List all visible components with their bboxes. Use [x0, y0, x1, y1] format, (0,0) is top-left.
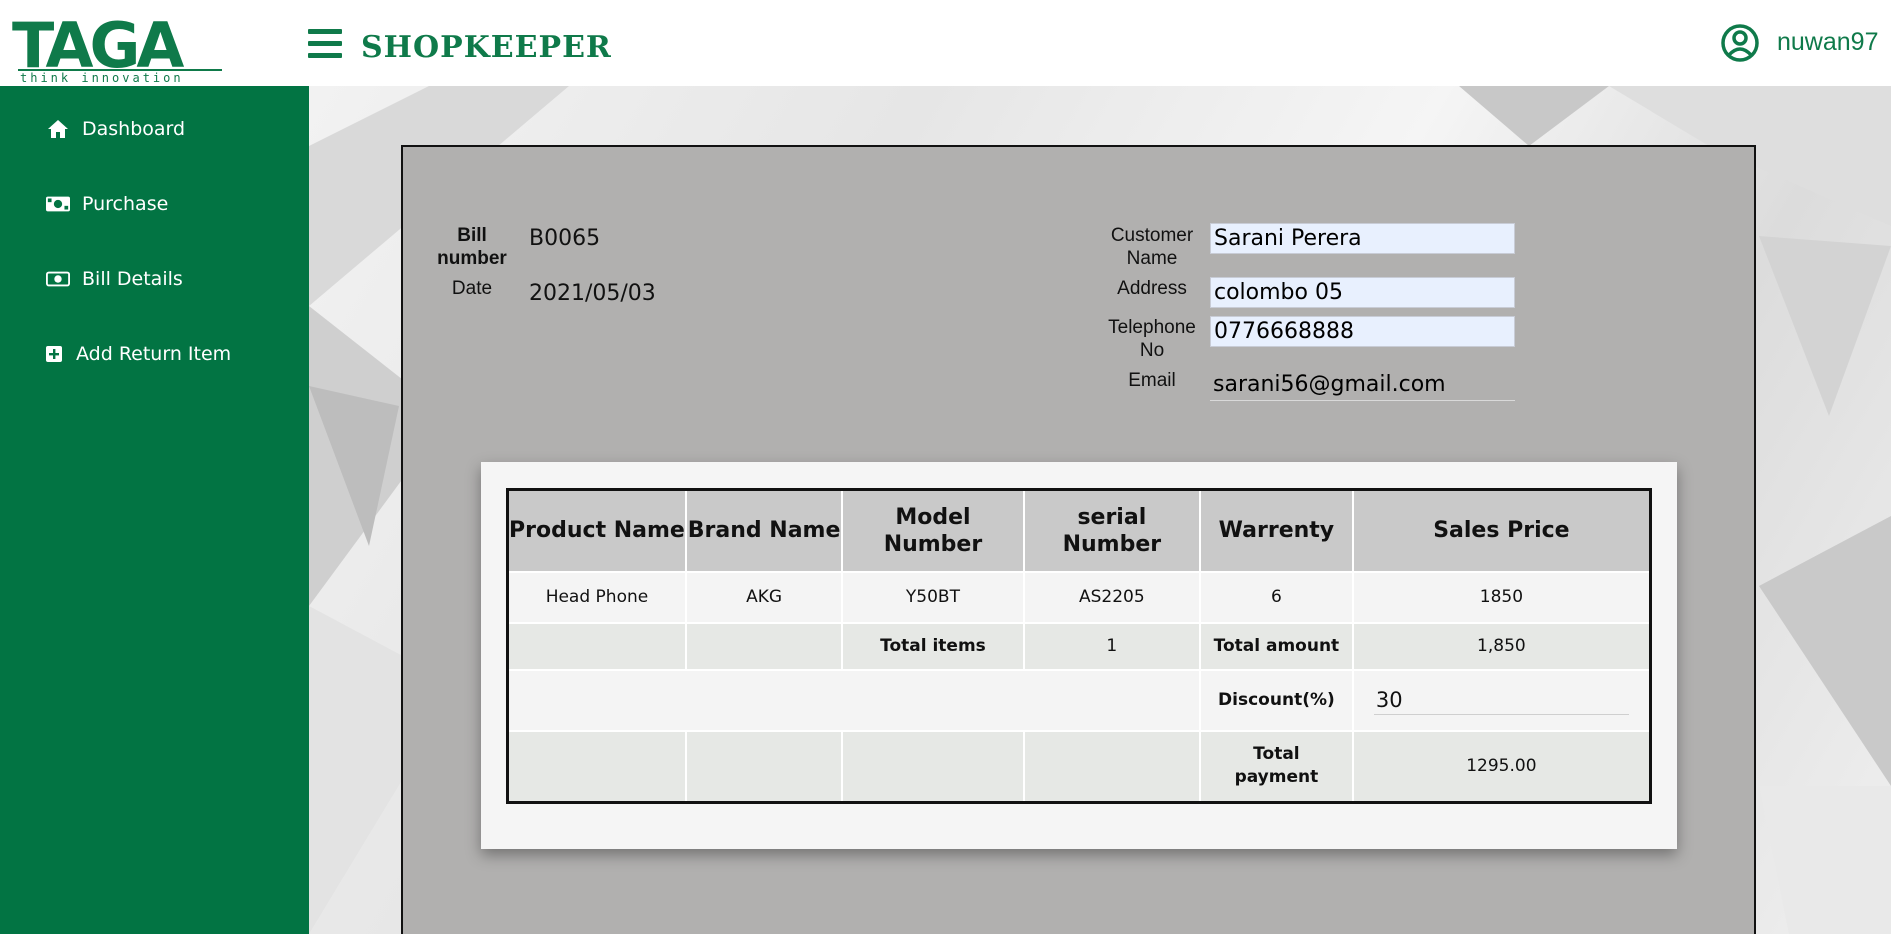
table-cell	[685, 730, 844, 804]
discount-label: Discount(%)	[1200, 669, 1354, 732]
table-row: Head Phone AKG Y50BT AS2205 6 1850	[507, 571, 1651, 625]
column-header: Product Name	[507, 489, 687, 573]
telephone-field[interactable]: 0776668888	[1210, 316, 1515, 347]
address-label: Address	[1117, 278, 1187, 299]
bill-number-label: Bill number	[437, 225, 507, 269]
table-cell	[685, 623, 844, 671]
table-cell: AKG	[685, 571, 844, 625]
table-cell: Y50BT	[842, 571, 1025, 625]
total-payment-value: 1295.00	[1352, 730, 1651, 804]
money-bill-icon	[46, 194, 70, 214]
table-cell	[1023, 730, 1202, 804]
hamburger-menu-icon[interactable]	[308, 29, 342, 59]
total-items-value: 1	[1023, 623, 1202, 671]
plus-square-icon	[46, 344, 62, 364]
logo-tagline: think innovation	[20, 71, 184, 85]
discount-row: Discount(%) 30	[507, 669, 1651, 732]
email-label: Email	[1128, 370, 1176, 391]
payment-row: Total payment 1295.00	[507, 730, 1651, 804]
bill-number-value: B0065	[529, 226, 601, 251]
sidebar-item-label: Dashboard	[82, 118, 186, 140]
date-label: Date	[451, 278, 493, 299]
bill-items-table: Product Name Brand Name Model Number ser…	[506, 488, 1652, 804]
table-cell	[507, 623, 687, 671]
company-logo[interactable]: TAGA think innovation	[12, 14, 224, 86]
sidebar-item-label: Purchase	[82, 193, 169, 215]
top-header: TAGA think innovation SHOPKEEPER nuwan97	[0, 0, 1891, 86]
logo-text: TAGA	[12, 9, 184, 82]
total-amount-value: 1,850	[1352, 623, 1651, 671]
customer-name-field[interactable]: Sarani Perera	[1210, 223, 1515, 254]
table-cell	[842, 730, 1025, 804]
bill-items-card: Product Name Brand Name Model Number ser…	[481, 462, 1677, 849]
sidebar: Dashboard Purchase Bill Details Add Retu…	[0, 86, 309, 934]
table-cell	[507, 730, 687, 804]
table-cell: Head Phone	[507, 571, 687, 625]
sidebar-item-bill-details[interactable]: Bill Details	[46, 268, 183, 290]
home-icon	[46, 119, 70, 139]
address-field[interactable]: colombo 05	[1210, 277, 1515, 308]
sidebar-item-label: Bill Details	[82, 268, 183, 290]
discount-input[interactable]: 30	[1373, 686, 1629, 715]
total-payment-label: Total payment	[1200, 730, 1354, 804]
column-header: Brand Name	[685, 489, 844, 573]
date-value: 2021/05/03	[529, 281, 656, 306]
user-name[interactable]: nuwan97	[1777, 28, 1878, 57]
column-header: serial Number	[1023, 489, 1202, 573]
sidebar-item-dashboard[interactable]: Dashboard	[46, 118, 185, 140]
column-header: Sales Price	[1352, 489, 1651, 573]
app-title: SHOPKEEPER	[361, 30, 612, 65]
sidebar-item-label: Add Return Item	[76, 343, 232, 365]
telephone-label: Telephone No	[1108, 317, 1196, 361]
customer-name-label: Customer Name	[1110, 225, 1194, 269]
user-circle-icon[interactable]	[1720, 23, 1760, 63]
total-amount-label: Total amount	[1200, 623, 1354, 671]
table-cell: AS2205	[1023, 571, 1202, 625]
totals-row: Total items 1 Total amount 1,850	[507, 623, 1651, 671]
sidebar-item-purchase[interactable]: Purchase	[46, 193, 168, 215]
sidebar-item-add-return-item[interactable]: Add Return Item	[46, 343, 231, 365]
table-cell	[507, 669, 1202, 732]
column-header: Warrenty	[1200, 489, 1354, 573]
table-cell: 6	[1200, 571, 1354, 625]
table-cell: 30	[1352, 669, 1651, 732]
total-payment-label-text: Total payment	[1234, 744, 1319, 788]
column-header: Model Number	[842, 489, 1025, 573]
table-cell: 1850	[1352, 571, 1651, 625]
email-field[interactable]: sarani56@gmail.com	[1210, 370, 1515, 401]
total-items-label: Total items	[842, 623, 1025, 671]
table-header-row: Product Name Brand Name Model Number ser…	[507, 489, 1651, 573]
money-bill-alt-icon	[46, 269, 70, 289]
